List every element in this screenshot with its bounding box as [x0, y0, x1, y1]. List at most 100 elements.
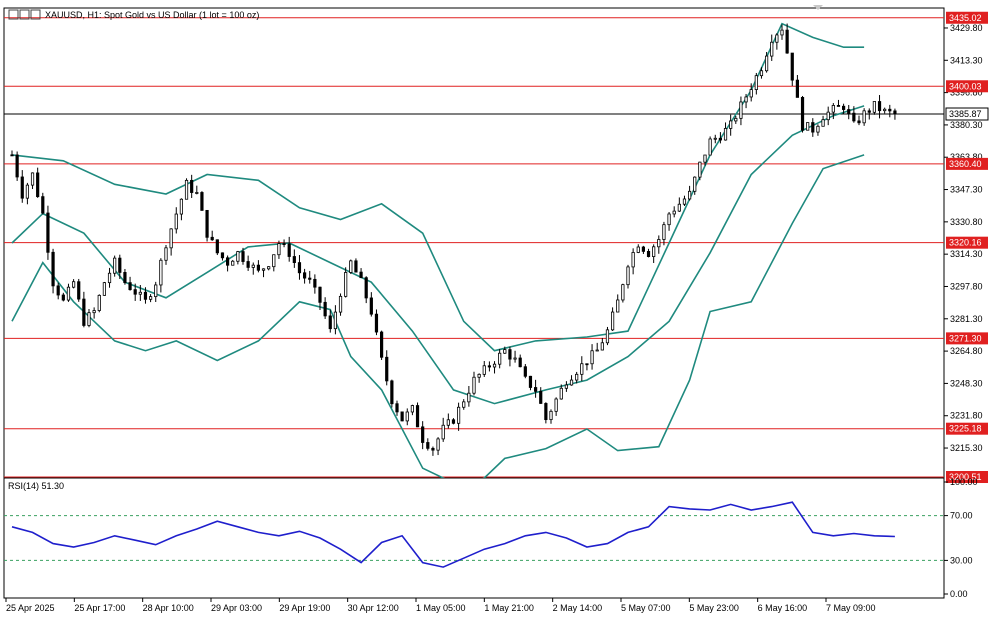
candle-body-bull [261, 268, 266, 271]
candle-body-bull [97, 294, 101, 311]
candle-body-bear [282, 243, 286, 245]
candle [836, 99, 841, 107]
symbol-label: XAUUSD, H1: Spot Gold vs US Dollar (1 lo… [45, 10, 259, 20]
candle-body-bull [503, 349, 507, 354]
candle-body-bear [292, 256, 296, 263]
candle-body-bull [333, 311, 338, 330]
candle-body-bear [210, 236, 214, 241]
candle [600, 337, 604, 351]
rsi-tick-label: 100.00 [950, 477, 978, 487]
candle [626, 264, 630, 289]
price-chart[interactable]: 3429.803413.303396.803380.303363.803347.… [0, 0, 1000, 620]
candle-body-bear [297, 262, 302, 274]
candle [652, 244, 656, 263]
candle-body-bull [467, 392, 471, 403]
candle [426, 438, 430, 451]
level-badge-label: 3225.18 [949, 424, 982, 434]
candle-body-bear [518, 357, 522, 368]
candle-body-bull [744, 96, 748, 103]
candle-body-bull [25, 184, 30, 199]
candle [549, 409, 553, 424]
candle [123, 268, 127, 285]
candle-body-bull [780, 29, 784, 36]
candle [806, 122, 810, 131]
candle-body-bull [862, 110, 866, 124]
time-tick-label: 30 Apr 12:00 [348, 603, 399, 613]
candle-body-bear [508, 349, 512, 360]
candle [436, 437, 440, 456]
candle [154, 281, 158, 302]
candle-body-bull [102, 282, 106, 296]
candle-body-bear [718, 137, 723, 141]
candle-body-bull [159, 259, 163, 286]
chart-window[interactable]: 3429.80 3413.30 3396.80 3380.30 3363.80 3347.… [0, 0, 1000, 620]
candle [415, 402, 420, 428]
candle-body-bull [251, 264, 255, 268]
candle-body-bear [790, 52, 794, 81]
candle-body-bull [734, 117, 738, 122]
candle [364, 276, 368, 304]
price-tick-label: 3281.30 [950, 314, 983, 324]
candle-body-bear [246, 261, 250, 268]
candle-body-bear [800, 97, 805, 131]
rsi-line [11, 501, 895, 568]
candle-body-bull [826, 111, 830, 121]
candle-body-bull [559, 387, 563, 400]
candle-body-bull [92, 310, 96, 314]
candle-body-bull [611, 311, 615, 331]
candle [682, 195, 687, 206]
candle-body-bull [652, 246, 656, 257]
candle-body-bear [10, 154, 14, 157]
candle [523, 364, 527, 379]
candle-body-bull [492, 363, 497, 368]
candle [164, 245, 168, 265]
price-tick-label: 3264.80 [950, 346, 983, 356]
candle-body-bull [688, 190, 692, 200]
candle [215, 239, 219, 256]
candle [174, 207, 178, 234]
candle-body-bull [113, 257, 117, 274]
candle [816, 124, 820, 136]
candle [569, 375, 574, 386]
candle [220, 252, 225, 261]
candle-body-bear [893, 110, 897, 114]
candle [688, 185, 692, 201]
candle [431, 446, 435, 456]
candle-body-bear [426, 442, 430, 449]
candle-body-bull [446, 419, 450, 426]
candle-body-bear [200, 192, 204, 211]
candle-body-bear [534, 387, 538, 392]
candle-body-bear [82, 298, 86, 326]
candle [46, 205, 50, 260]
candle-body-bull [672, 210, 676, 215]
candle [246, 255, 250, 271]
candle [800, 95, 805, 133]
candle-body-bear [302, 272, 307, 279]
candle-body-bull [590, 350, 594, 365]
candle-body-bull [477, 373, 481, 378]
candle-body-bull [179, 198, 183, 215]
candle [405, 408, 409, 426]
price-tick-label: 3429.80 [950, 23, 983, 33]
candle-body-bull [703, 154, 707, 163]
candle-body-bull [184, 179, 189, 200]
price-tick-label: 3330.80 [950, 217, 983, 227]
candle-body-bull [164, 247, 168, 261]
candle [344, 267, 348, 298]
candle [564, 381, 569, 392]
time-tick-label: 5 May 23:00 [689, 603, 739, 613]
candlesticks [10, 23, 897, 456]
candle-body-bear [225, 257, 230, 266]
candle-body-bull [667, 213, 671, 226]
level-badge-label: 3320.16 [949, 238, 982, 248]
candle [667, 211, 671, 231]
candle [205, 209, 209, 242]
candle [616, 294, 620, 313]
candle-body-bull [349, 260, 353, 273]
candle [277, 240, 281, 259]
candle [821, 115, 825, 127]
candle [662, 221, 666, 246]
candle-body-bull [708, 138, 712, 156]
candle-body-bear [390, 380, 394, 405]
candle-body-bull [564, 384, 569, 389]
